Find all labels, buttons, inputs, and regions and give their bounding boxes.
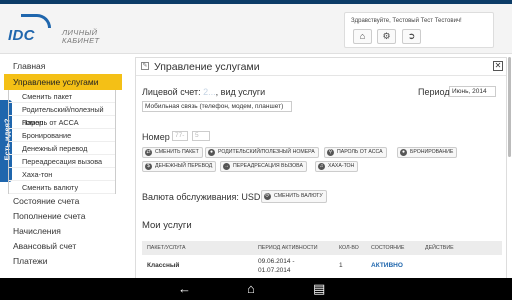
number-field-2[interactable]: 5 <box>192 131 210 141</box>
home-icon[interactable]: ⌂ <box>353 29 372 44</box>
money-icon: $ <box>145 163 152 170</box>
services-submenu: Сменить пакет Родительский/полезный номе… <box>8 90 116 194</box>
exit-icon[interactable]: ➲ <box>402 29 421 44</box>
back-icon[interactable]: ← <box>178 281 191 297</box>
submenu-item[interactable]: Хаха-тон <box>9 168 115 181</box>
button-label: СМЕНИТЬ ПАКЕТ <box>155 149 199 155</box>
nav-item-balance[interactable]: Состояние счета <box>4 194 122 209</box>
currency-value: USD <box>241 192 261 202</box>
home-button-icon[interactable]: ⌂ <box>247 281 255 297</box>
account-line: Лицевой счет: 2..., вид услуги <box>142 87 265 97</box>
col-header: СОСТОЯНИЕ <box>371 245 405 251</box>
number-field[interactable]: 77- <box>172 131 188 141</box>
user-icon: ● <box>208 149 215 156</box>
nav-item-home[interactable]: Главная <box>4 58 122 74</box>
hahaton-button[interactable]: ♫ ХАХА-ТОН <box>315 161 359 172</box>
cabinet-line2: КАБИНЕТ <box>62 36 100 45</box>
call-forward-button[interactable]: → ПЕРЕАДРЕСАЦИЯ ВЫЗОВА <box>220 161 307 172</box>
button-label: СМЕНИТЬ ВАЛЮТУ <box>274 193 323 199</box>
submenu-item[interactable]: Бронирование <box>9 129 115 142</box>
nav-item-topup[interactable]: Пополнение счета <box>4 209 122 224</box>
service-type-label: , вид услуги <box>215 87 266 97</box>
submenu-item[interactable]: Денежный перевод <box>9 142 115 155</box>
col-header: КОЛ-ВО <box>339 245 359 251</box>
currency-label: Валюта обслуживания: <box>142 192 239 202</box>
currency-line: Валюта обслуживания: USD <box>142 192 260 202</box>
service-type-field[interactable]: Мобильная связь (телефон, модем, планшет… <box>142 101 292 112</box>
submenu-item[interactable]: Переадресация вызова <box>9 155 115 168</box>
edit-icon: ✎ <box>141 62 149 70</box>
submenu-item[interactable]: Сменить валюту <box>9 181 115 194</box>
period-end: 01.07.2014 <box>258 267 291 274</box>
android-nav-bar: ← ⌂ ▤ <box>0 278 512 300</box>
asa-password-button[interactable]: ⚲ ПАРОЛЬ ОТ АССА <box>324 147 387 158</box>
settings-icon[interactable]: ⚙ <box>377 29 396 44</box>
cell-status: АКТИВНО <box>371 262 403 269</box>
account-label: Лицевой счет: <box>142 87 201 97</box>
cell-action[interactable] <box>420 255 502 277</box>
button-label: ПЕРЕАДРЕСАЦИЯ ВЫЗОВА <box>233 163 303 169</box>
table-header: ПАКЕТ/УСЛУГА ПЕРИОД АКТИВНОСТИ КОЛ-ВО СО… <box>142 241 502 255</box>
nav-item-payments[interactable]: Платежи <box>4 254 122 269</box>
table-row: Классный 09.06.2014 - 01.07.2014 1 АКТИВ… <box>142 255 502 277</box>
button-label: ХАХА-ТОН <box>328 163 355 169</box>
my-services-title: Мои услуги <box>142 220 192 231</box>
user-box: Здравствуйте, Тестовый Тест Тестович! ⌂ … <box>344 12 494 48</box>
cell-period: 09.06.2014 - 01.07.2014 <box>254 255 334 277</box>
cell-qty: 1 <box>339 262 343 269</box>
button-label: РОДИТЕЛЬСКИЙ/ПОЛЕЗНЫЙ НОМЕРА <box>218 149 315 155</box>
header: IDC ЛИЧНЫЙ КАБИНЕТ Здравствуйте, Тестовы… <box>0 4 512 54</box>
change-currency-button[interactable]: ⟳ СМЕНИТЬ ВАЛЮТУ <box>261 190 327 203</box>
panel-header: ✎ Управление услугами ✕ <box>136 58 506 76</box>
services-table: ПАКЕТ/УСЛУГА ПЕРИОД АКТИВНОСТИ КОЛ-ВО СО… <box>142 241 502 277</box>
cell-service: Классный <box>147 262 180 269</box>
nav-item-advance[interactable]: Авансовый счет <box>4 239 122 254</box>
submenu-item[interactable]: Пароль от АССА <box>9 116 115 129</box>
sidebar: Главная Управление услугами Сменить паке… <box>4 58 122 269</box>
swap-icon: ⇄ <box>145 149 152 156</box>
booking-button[interactable]: ● БРОНИРОВАНИЕ <box>397 147 458 158</box>
money-transfer-button[interactable]: $ ДЕНЕЖНЫЙ ПЕРЕВОД <box>142 161 217 172</box>
forward-icon: → <box>223 163 230 170</box>
logo-arc <box>21 14 51 28</box>
scrollbar[interactable] <box>508 57 511 157</box>
cabinet-label: ЛИЧНЫЙ КАБИНЕТ <box>62 29 99 45</box>
parent-number-button[interactable]: ● РОДИТЕЛЬСКИЙ/ПОЛЕЗНЫЙ НОМЕРА <box>205 147 319 158</box>
nav-item-services[interactable]: Управление услугами <box>4 74 122 90</box>
services-panel: ✎ Управление услугами ✕ Лицевой счет: 2.… <box>135 57 507 292</box>
sound-icon: ♫ <box>318 163 325 170</box>
button-label: ДЕНЕЖНЫЙ ПЕРЕВОД <box>155 163 213 169</box>
panel-title: Управление услугами <box>154 61 260 73</box>
key-icon: ⚲ <box>327 149 334 156</box>
period-select[interactable]: Июнь, 2014 <box>449 86 496 97</box>
period-label: Период: <box>418 87 453 97</box>
nav-item-charges[interactable]: Начисления <box>4 224 122 239</box>
button-label: БРОНИРОВАНИЕ <box>410 149 454 155</box>
close-icon[interactable]: ✕ <box>493 61 503 71</box>
col-header: ДЕЙСТВИЕ <box>425 245 454 251</box>
submenu-item[interactable]: Сменить пакет <box>9 90 115 103</box>
greeting: Здравствуйте, Тестовый Тест Тестович! <box>351 18 462 24</box>
col-header: ПЕРИОД АКТИВНОСТИ <box>258 245 318 251</box>
submenu-item[interactable]: Родительский/полезный номер <box>9 103 115 127</box>
lock-icon: ● <box>400 149 407 156</box>
button-label: ПАРОЛЬ ОТ АССА <box>337 149 383 155</box>
logo[interactable]: IDC <box>8 27 35 44</box>
recent-apps-icon[interactable]: ▤ <box>313 281 325 297</box>
account-value: 2... <box>203 87 216 97</box>
col-header: ПАКЕТ/УСЛУГА <box>147 245 186 251</box>
change-package-button[interactable]: ⇄ СМЕНИТЬ ПАКЕТ <box>142 147 203 158</box>
period-start: 09.06.2014 - <box>258 258 295 265</box>
number-label: Номер <box>142 132 170 142</box>
refresh-icon: ⟳ <box>264 193 271 200</box>
